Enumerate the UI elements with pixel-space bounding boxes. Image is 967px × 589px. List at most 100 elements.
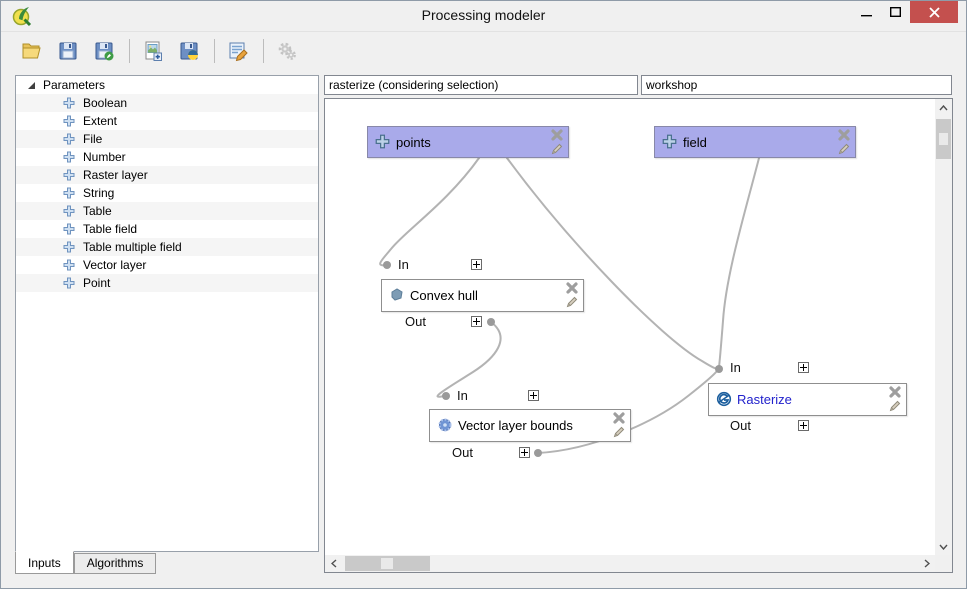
edit-node-icon[interactable] (565, 295, 579, 309)
algorithm-node-vector-layer-bounds[interactable]: Vector layer bounds (429, 409, 631, 442)
rasterize-in-label: In (730, 360, 741, 375)
save-model-as-icon (93, 40, 115, 62)
maximize-button[interactable] (881, 1, 910, 23)
open-model-button[interactable] (17, 36, 47, 66)
expand-io-button[interactable] (528, 390, 539, 401)
parameter-item-extent[interactable]: Extent (16, 112, 318, 130)
tab-inputs[interactable]: Inputs (15, 551, 74, 574)
close-button[interactable] (910, 1, 958, 23)
minimize-button[interactable] (852, 1, 881, 23)
scroll-down-button[interactable] (935, 538, 952, 555)
expand-io-button[interactable] (798, 362, 809, 373)
model-canvas[interactable]: points field In Convex hull Out (324, 98, 953, 573)
expand-io-button[interactable] (471, 316, 482, 327)
connection-points-to-convexhull (380, 158, 479, 265)
edit-node-icon[interactable] (550, 142, 564, 156)
add-parameter-icon (63, 223, 75, 235)
scroll-up-button[interactable] (935, 99, 952, 116)
toolbar-separator (214, 39, 215, 63)
model-name-input[interactable] (324, 75, 638, 95)
delete-node-icon[interactable] (565, 281, 579, 295)
toolbar-separator (129, 39, 130, 63)
add-parameter-icon (63, 241, 75, 253)
vertical-scroll-thumb[interactable] (936, 119, 951, 159)
delete-node-icon[interactable] (612, 411, 626, 425)
algorithm-node-label: Rasterize (737, 392, 792, 407)
close-icon (929, 7, 940, 18)
delete-node-icon[interactable] (837, 128, 851, 142)
horizontal-scrollbar[interactable] (325, 555, 935, 572)
convexhull-out-label: Out (405, 314, 426, 329)
horizontal-scroll-thumb[interactable] (345, 556, 430, 571)
parameter-item-number[interactable]: Number (16, 148, 318, 166)
edit-node-icon[interactable] (612, 425, 626, 439)
parameter-item-raster-layer[interactable]: Raster layer (16, 166, 318, 184)
window-controls (852, 1, 958, 23)
vectorbounds-in-label: In (457, 388, 468, 403)
input-node-label: field (683, 135, 707, 150)
parameter-plus-icon (662, 134, 678, 150)
save-model-as-button[interactable] (89, 36, 119, 66)
export-python-button[interactable] (174, 36, 204, 66)
save-model-button[interactable] (53, 36, 83, 66)
expand-io-button[interactable] (798, 420, 809, 431)
add-parameter-icon (63, 115, 75, 127)
rasterize-out-label: Out (730, 418, 751, 433)
tree-root-parameters[interactable]: Parameters (16, 76, 318, 94)
panel-tabs: Inputs Algorithms (15, 552, 156, 574)
minimize-icon (861, 7, 872, 18)
maximize-icon (890, 7, 901, 18)
tree-expander-icon[interactable] (28, 82, 35, 89)
parameter-item-boolean[interactable]: Boolean (16, 94, 318, 112)
edit-model-help-button[interactable] (223, 36, 253, 66)
scroll-thumb-grip (381, 558, 393, 569)
algorithm-node-convex-hull[interactable]: Convex hull (381, 279, 584, 312)
scroll-left-button[interactable] (325, 555, 342, 572)
toolbar (1, 32, 966, 70)
window-title: Processing modeler (1, 7, 966, 23)
connector-dot (534, 449, 542, 457)
convexhull-in-label: In (398, 257, 409, 272)
model-group-input[interactable] (641, 75, 952, 95)
parameter-item-string[interactable]: String (16, 184, 318, 202)
tab-algorithms[interactable]: Algorithms (74, 553, 157, 574)
expand-io-button[interactable] (471, 259, 482, 270)
parameter-item-table-multiple-field[interactable]: Table multiple field (16, 238, 318, 256)
vectorbounds-out-label: Out (452, 445, 473, 460)
parameter-item-table[interactable]: Table (16, 202, 318, 220)
delete-node-icon[interactable] (888, 385, 902, 399)
convex-hull-icon (389, 287, 405, 303)
connector-dot (442, 392, 450, 400)
open-model-icon (21, 40, 43, 62)
parameter-item-file[interactable]: File (16, 130, 318, 148)
input-node-field[interactable]: field (654, 126, 856, 158)
parameters-panel: Parameters Boolean Extent File Number Ra… (15, 75, 319, 552)
algorithm-node-label: Convex hull (410, 288, 478, 303)
model-scene[interactable]: points field In Convex hull Out (325, 99, 935, 555)
vertical-scrollbar[interactable] (935, 99, 952, 555)
input-node-points[interactable]: points (367, 126, 569, 158)
delete-node-icon[interactable] (550, 128, 564, 142)
connector-dot (383, 261, 391, 269)
scrollbar-corner (935, 555, 952, 572)
save-model-icon (57, 40, 79, 62)
scroll-right-button[interactable] (918, 555, 935, 572)
scroll-thumb-grip (939, 133, 948, 145)
algorithm-node-rasterize[interactable]: Rasterize (708, 383, 907, 416)
titlebar[interactable]: Processing modeler (1, 1, 966, 32)
export-image-button[interactable] (138, 36, 168, 66)
edit-model-help-icon (227, 40, 249, 62)
add-parameter-icon (63, 97, 75, 109)
connector-dot (715, 365, 723, 373)
processing-modeler-window: Processing modeler (0, 0, 967, 589)
add-parameter-icon (63, 133, 75, 145)
edit-node-icon[interactable] (837, 142, 851, 156)
parameter-item-vector-layer[interactable]: Vector layer (16, 256, 318, 274)
parameter-item-point[interactable]: Point (16, 274, 318, 292)
tree-root-label: Parameters (43, 78, 105, 92)
expand-io-button[interactable] (519, 447, 530, 458)
connection-field-to-rasterize (719, 158, 759, 367)
run-model-button[interactable] (272, 36, 302, 66)
edit-node-icon[interactable] (888, 399, 902, 413)
parameter-item-table-field[interactable]: Table field (16, 220, 318, 238)
